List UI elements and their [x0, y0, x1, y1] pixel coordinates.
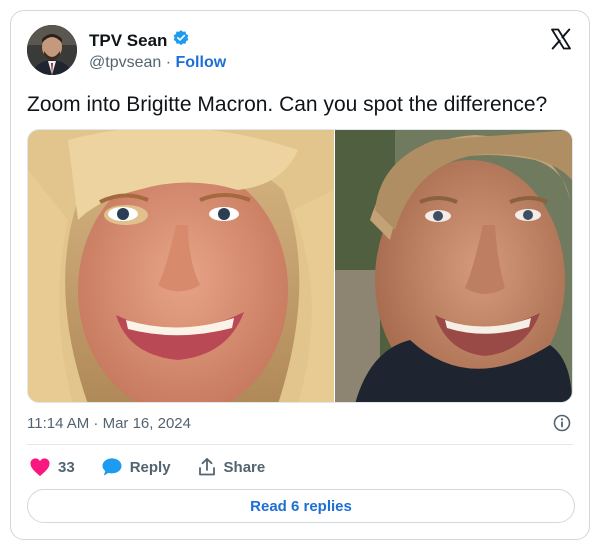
heart-icon	[29, 457, 51, 477]
verified-badge-icon	[172, 29, 190, 52]
divider	[27, 444, 573, 445]
photo-left[interactable]	[28, 130, 334, 402]
like-button[interactable]: 33	[29, 457, 75, 477]
handle-separator: ·	[161, 54, 176, 71]
action-bar: 33 Reply Share	[29, 457, 291, 477]
x-logo-icon[interactable]	[549, 27, 573, 51]
tweet-text: Zoom into Brigitte Macron. Can you spot …	[27, 93, 548, 116]
info-icon[interactable]	[553, 414, 571, 432]
like-count: 33	[58, 458, 75, 476]
photo-right[interactable]	[335, 130, 572, 402]
author-handle-row: @tpvsean · Follow	[89, 54, 226, 72]
reply-button[interactable]: Reply	[101, 457, 171, 477]
tweet-timestamp[interactable]: 11:14 AM · Mar 16, 2024	[27, 415, 191, 432]
tweet-card: TPV Sean @tpvsean · Follow Zoom into Bri…	[10, 10, 590, 540]
reply-label: Reply	[129, 458, 171, 476]
share-upload-icon	[197, 457, 217, 477]
share-label: Share	[223, 458, 266, 476]
follow-button[interactable]: Follow	[176, 54, 227, 71]
author-handle[interactable]: @tpvsean	[89, 54, 161, 71]
author-name-row: TPV Sean	[89, 29, 190, 52]
avatar[interactable]	[27, 25, 77, 75]
author-name[interactable]: TPV Sean	[89, 31, 167, 51]
speech-bubble-icon	[101, 457, 123, 477]
share-button[interactable]: Share	[197, 457, 266, 477]
tweet-media[interactable]	[27, 129, 573, 403]
read-replies-button[interactable]: Read 6 replies	[27, 489, 575, 523]
